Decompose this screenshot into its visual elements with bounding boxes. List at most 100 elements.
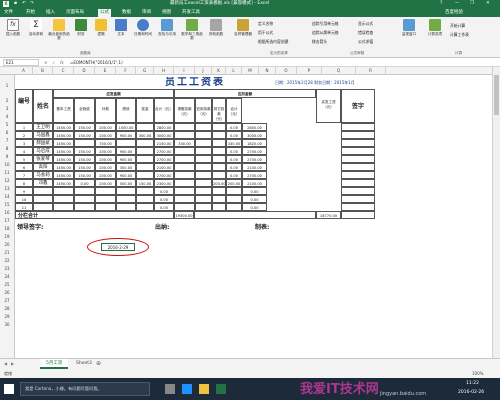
row-value[interactable]: 2700.00 (242, 171, 267, 179)
clock-time[interactable]: 11:22 (466, 381, 479, 386)
row-value[interactable]: 2700.00 (154, 147, 174, 155)
column-header[interactable]: E (95, 67, 116, 75)
minimize-button[interactable]: — (455, 0, 460, 8)
row-value[interactable]: 900.00 (116, 155, 136, 163)
row-value[interactable]: 2100.00 (242, 163, 267, 171)
row-header[interactable]: 8 (0, 145, 14, 153)
row-value[interactable] (136, 195, 154, 203)
row-value[interactable] (212, 139, 226, 147)
row-value[interactable] (136, 147, 154, 155)
row-header[interactable]: 25 (0, 281, 14, 289)
row-sign[interactable] (341, 123, 375, 131)
row-sign[interactable] (341, 187, 375, 195)
row-value[interactable]: 0.00 (154, 195, 174, 203)
row-value[interactable]: 200.00 (95, 179, 116, 187)
row-value[interactable] (95, 203, 116, 211)
row-value[interactable]: 0.00 (226, 131, 242, 139)
row-value[interactable]: 0.00 (154, 203, 174, 211)
header-name[interactable]: 姓名 (33, 89, 53, 123)
row-header[interactable]: 19 (0, 233, 14, 241)
row-header[interactable]: 5 (0, 121, 14, 129)
logical-button[interactable]: 逻辑 (92, 19, 110, 36)
row-value[interactable] (174, 163, 195, 171)
sheet-title[interactable]: 员工工资表 (125, 77, 265, 89)
header-deduction[interactable]: 应扣金额 (174, 89, 316, 98)
subheader[interactable]: 请假扣款（元） (174, 98, 195, 123)
row-value[interactable]: 150.00 (74, 131, 95, 139)
row-value[interactable] (195, 155, 212, 163)
row-value[interactable]: 1000.00 (116, 123, 136, 131)
row-value[interactable] (53, 187, 74, 195)
row-value[interactable] (174, 131, 195, 139)
row-header[interactable]: 29 (0, 313, 14, 321)
row-value[interactable] (74, 187, 95, 195)
row-sign[interactable] (341, 155, 375, 163)
row-name[interactable]: 马会莉 (33, 171, 53, 179)
row-header[interactable]: 21 (0, 249, 14, 257)
row-value[interactable] (195, 139, 212, 147)
sheet-tab[interactable]: Sheet3 (70, 359, 98, 369)
row-name[interactable]: 马启成 (33, 147, 53, 155)
row-header[interactable]: 13 (0, 185, 14, 193)
row-no[interactable]: 5 (15, 155, 33, 163)
next-sheet-icon[interactable]: ▶ (11, 361, 14, 366)
row-value[interactable] (136, 203, 154, 211)
row-value[interactable]: 2800.00 (242, 123, 267, 131)
column-header[interactable]: F (116, 67, 136, 75)
prev-sheet-icon[interactable]: ◀ (4, 361, 7, 366)
row-header[interactable]: 14 (0, 193, 14, 201)
header-payable[interactable]: 应发金额 (53, 89, 174, 98)
row-value[interactable]: 150.00 (74, 163, 95, 171)
worksheet-grid[interactable]: 员工工资表 日期：2015年2月28 财务日期：2015年1月 编号 姓名 应发金额 应扣… (15, 75, 485, 358)
name-manager-button[interactable]: 名称管理器 (232, 19, 254, 36)
row-value[interactable]: 300.00 (116, 163, 136, 171)
row-name[interactable] (33, 195, 53, 203)
row-value[interactable] (212, 171, 226, 179)
autosum-button[interactable]: Σ 自动求和 (26, 19, 46, 36)
row-value[interactable] (136, 123, 154, 131)
column-header[interactable]: G (136, 67, 154, 75)
subheader[interactable]: 其它扣款（元） (212, 98, 226, 123)
calc-options-button[interactable]: 计算选项 (424, 19, 446, 36)
row-sign[interactable] (341, 131, 375, 139)
row-value[interactable]: 1450.00 (53, 147, 74, 155)
column-header[interactable]: J (195, 67, 212, 75)
row-value[interactable]: 0.00 (226, 171, 242, 179)
row-value[interactable]: 1450.00 (53, 139, 74, 147)
row-name[interactable]: 高阳 (33, 163, 53, 171)
row-value[interactable] (174, 203, 195, 211)
tab-insert[interactable]: 插入 (44, 9, 57, 17)
column-header[interactable]: N (259, 67, 276, 75)
row-value[interactable] (195, 203, 212, 211)
row-no[interactable]: 3 (15, 139, 33, 147)
row-value[interactable] (95, 187, 116, 195)
row-header[interactable]: 22 (0, 257, 14, 265)
row-value[interactable] (212, 155, 226, 163)
sheet-tab-active[interactable]: 5月工资 (40, 359, 69, 369)
row-value[interactable]: 2100.00 (154, 163, 174, 171)
row-value[interactable] (174, 187, 195, 195)
total-label[interactable]: 分栏合计 (15, 211, 174, 219)
explorer-icon[interactable] (199, 384, 209, 394)
column-header[interactable]: Q (322, 67, 356, 75)
row-value[interactable] (74, 203, 95, 211)
undo-icon[interactable]: ↶ (22, 0, 26, 8)
row-header[interactable]: 20 (0, 241, 14, 249)
row-value[interactable] (136, 155, 154, 163)
row-value[interactable]: 2150.00 (154, 139, 174, 147)
text-button[interactable]: 文本 (112, 19, 130, 36)
fx-bar-icon[interactable]: fx (60, 59, 64, 66)
row-no[interactable]: 2 (15, 131, 33, 139)
column-header[interactable]: R (356, 67, 386, 75)
row-value[interactable] (212, 147, 226, 155)
define-name-button[interactable]: 定义名称 (258, 19, 288, 28)
row-value[interactable]: 200.00 (95, 147, 116, 155)
row-sign[interactable] (341, 163, 375, 171)
tab-developer[interactable]: 开发工具 (180, 9, 202, 17)
row-value[interactable] (174, 171, 195, 179)
row-value[interactable]: 200.00 (95, 163, 116, 171)
row-value[interactable] (212, 195, 226, 203)
row-value[interactable] (53, 195, 74, 203)
task-view-icon[interactable] (165, 384, 175, 394)
row-header[interactable]: 23 (0, 265, 14, 273)
